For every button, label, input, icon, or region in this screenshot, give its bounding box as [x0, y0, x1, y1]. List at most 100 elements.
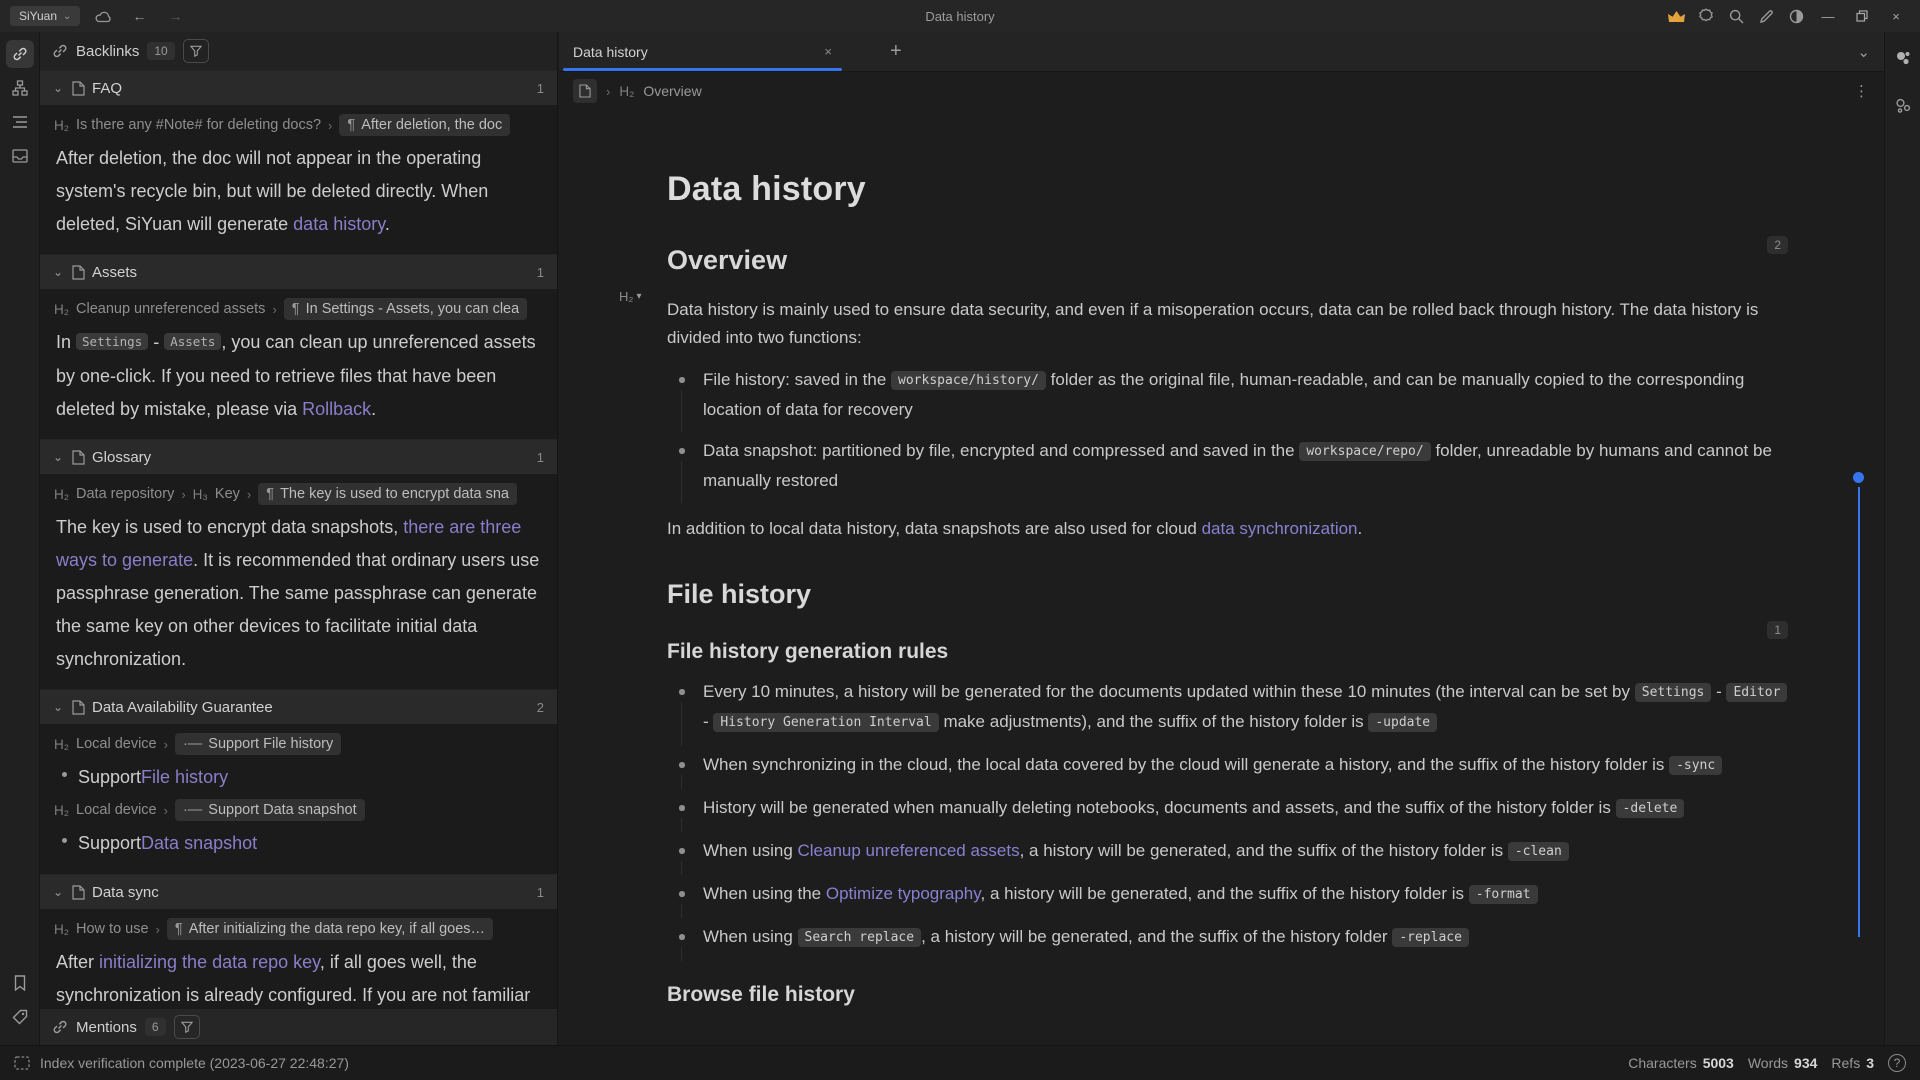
more-options-button[interactable]: ⋮ — [1854, 82, 1870, 100]
triangle-down-icon: ▾ — [636, 291, 641, 302]
dock-graph-global-button[interactable] — [1889, 92, 1917, 120]
list-item[interactable]: Every 10 minutes, a history will be gene… — [703, 678, 1796, 738]
backlink-count-badge[interactable]: 1 — [1767, 621, 1788, 639]
backlink-paragraph[interactable]: After initializing the data repo key, if… — [40, 944, 557, 1008]
heading-file-history[interactable]: File history — [667, 579, 1796, 610]
list-item[interactable]: When using Cleanup unreferenced assets, … — [703, 837, 1796, 867]
minimize-button[interactable]: — — [1814, 4, 1842, 28]
backlink-paragraph[interactable]: In Settings - Assets, you can clean up u… — [40, 324, 557, 426]
paragraph[interactable]: Data history is mainly used to ensure da… — [667, 296, 1796, 352]
backlink-breadcrumb[interactable]: H₂ Data repository › H₃ Key › ¶ The key … — [40, 479, 557, 509]
document-scroll-area[interactable]: Data history 2 Overview H₂ ▾ Data histor… — [559, 110, 1884, 1045]
backlink-doc-data-sync[interactable]: ⌄ Data sync 1 — [40, 874, 557, 909]
link-icon — [52, 43, 68, 59]
kbd-chip: History Generation Interval — [713, 713, 938, 732]
backlink-breadcrumb[interactable]: H₂ Local device › ·— Support File histor… — [40, 729, 557, 759]
ref-link[interactable]: File history — [141, 762, 228, 792]
dock-tag-button[interactable] — [6, 1003, 34, 1031]
text: Support — [78, 762, 141, 792]
h3-marker: H₃ — [193, 487, 208, 502]
backlink-breadcrumb[interactable]: H₂ Cleanup unreferenced assets › ¶ In Se… — [40, 294, 557, 324]
kbd-chip: Search replace — [798, 928, 922, 947]
backlink-doc-data-availability[interactable]: ⌄ Data Availability Guarantee 2 — [40, 689, 557, 724]
dock-bookmark-button[interactable] — [6, 969, 34, 997]
ref-link[interactable]: data history — [293, 214, 385, 234]
tab-list-button[interactable]: ⌄ — [1857, 43, 1870, 61]
scrollbar-thumb-line[interactable] — [1858, 487, 1860, 937]
heading-browse-file-history[interactable]: Browse file history — [667, 983, 1796, 1007]
close-window-button[interactable]: × — [1882, 4, 1910, 28]
pencil-icon — [1759, 9, 1774, 24]
backlinks-filter-button[interactable] — [183, 39, 209, 63]
ref-link[interactable]: Data snapshot — [141, 828, 257, 858]
edit-mode-button[interactable] — [1754, 5, 1778, 27]
crumb-chip[interactable]: ¶ After deletion, the doc — [339, 114, 510, 136]
list-item[interactable]: File history: saved in the workspace/his… — [703, 366, 1796, 424]
ref-link[interactable]: initializing the data repo key — [99, 952, 320, 972]
heading-generation-rules[interactable]: File history generation rules — [667, 640, 1796, 664]
doc-count: 1 — [537, 81, 544, 96]
mentions-header[interactable]: Mentions 6 — [40, 1008, 557, 1045]
ref-link[interactable]: data synchronization — [1202, 519, 1358, 538]
backlink-breadcrumb[interactable]: H₂ Is there any #Note# for deleting docs… — [40, 110, 557, 140]
crumb-chip[interactable]: ·— Support Data snapshot — [175, 799, 365, 821]
marketplace-button[interactable] — [1694, 5, 1718, 27]
backlink-list-item[interactable]: Support File history — [40, 759, 557, 795]
back-button[interactable]: ← — [126, 5, 152, 27]
scrollbar-thumb-dot[interactable] — [1853, 472, 1864, 483]
breadcrumb-doc-button[interactable] — [573, 79, 597, 103]
list-item[interactable]: History will be generated when manually … — [703, 794, 1796, 824]
tab-data-history[interactable]: Data history × — [559, 32, 846, 71]
dock-graph-local-button[interactable] — [1889, 44, 1917, 72]
theme-toggle-button[interactable] — [1784, 5, 1808, 27]
subscribe-button[interactable] — [1664, 5, 1688, 27]
app-menu-button[interactable]: SiYuan ⌄ — [10, 6, 80, 26]
heading-gutter-marker[interactable]: H₂ ▾ — [619, 289, 641, 304]
doc-title: FAQ — [92, 80, 122, 97]
heading-overview[interactable]: Overview — [667, 245, 1796, 276]
list-item[interactable]: When using the Optimize typography, a hi… — [703, 880, 1796, 910]
help-button[interactable]: ? — [1888, 1054, 1906, 1072]
dock-backlinks-button[interactable] — [6, 40, 34, 68]
backlink-paragraph[interactable]: After deletion, the doc will not appear … — [40, 140, 557, 241]
forward-button[interactable]: → — [162, 5, 188, 27]
ref-link[interactable]: Rollback — [302, 399, 371, 419]
list-item[interactable]: When using Search replace, a history wil… — [703, 923, 1796, 953]
tab-bar: Data history × + ⌄ — [559, 32, 1884, 72]
backlink-list-item[interactable]: Support Data snapshot — [40, 825, 557, 861]
restore-button[interactable] — [1848, 4, 1876, 28]
dock-graph-button[interactable] — [6, 74, 34, 102]
list-item[interactable]: When synchronizing in the cloud, the loc… — [703, 751, 1796, 781]
h2-marker: H₂ — [619, 289, 633, 304]
backlink-breadcrumb[interactable]: H₂ How to use › ¶ After initializing the… — [40, 914, 557, 944]
new-tab-button[interactable]: + — [890, 40, 902, 63]
crumb-chip[interactable]: ·— Support File history — [175, 733, 341, 755]
crumb-text: Cleanup unreferenced assets — [76, 301, 265, 317]
doc-title-heading[interactable]: Data history — [667, 170, 1796, 209]
dock-inbox-button[interactable] — [6, 142, 34, 170]
ref-link[interactable]: Optimize typography — [826, 884, 981, 903]
global-search-button[interactable] — [1724, 5, 1748, 27]
status-message: Index verification complete (2023-06-27 … — [40, 1055, 349, 1071]
backlink-doc-glossary[interactable]: ⌄ Glossary 1 — [40, 439, 557, 474]
chip-text: In Settings - Assets, you can clea — [306, 301, 520, 317]
cloud-sync-button[interactable] — [90, 5, 116, 27]
backlink-breadcrumb[interactable]: H₂ Local device › ·— Support Data snapsh… — [40, 795, 557, 825]
text: - — [1711, 682, 1726, 701]
crumb-chip[interactable]: ¶ In Settings - Assets, you can clea — [284, 298, 527, 320]
chevron-right-icon: › — [181, 487, 185, 502]
ref-link[interactable]: Cleanup unreferenced assets — [798, 841, 1020, 860]
list-item[interactable]: Data snapshot: partitioned by file, encr… — [703, 437, 1796, 495]
tab-title: Data history — [573, 44, 648, 60]
breadcrumb-heading[interactable]: Overview — [643, 83, 701, 99]
crumb-chip[interactable]: ¶ The key is used to encrypt data sna — [258, 483, 517, 505]
backlink-doc-assets[interactable]: ⌄ Assets 1 — [40, 254, 557, 289]
crumb-chip[interactable]: ¶ After initializing the data repo key, … — [167, 918, 493, 940]
tab-close-button[interactable]: × — [824, 44, 832, 59]
paragraph[interactable]: In addition to local data history, data … — [667, 515, 1796, 543]
backlink-paragraph[interactable]: The key is used to encrypt data snapshot… — [40, 509, 557, 676]
chip-text: The key is used to encrypt data sna — [280, 486, 509, 502]
backlink-doc-faq[interactable]: ⌄ FAQ 1 — [40, 70, 557, 105]
dock-outline-button[interactable] — [6, 108, 34, 136]
mentions-filter-button[interactable] — [174, 1015, 200, 1039]
